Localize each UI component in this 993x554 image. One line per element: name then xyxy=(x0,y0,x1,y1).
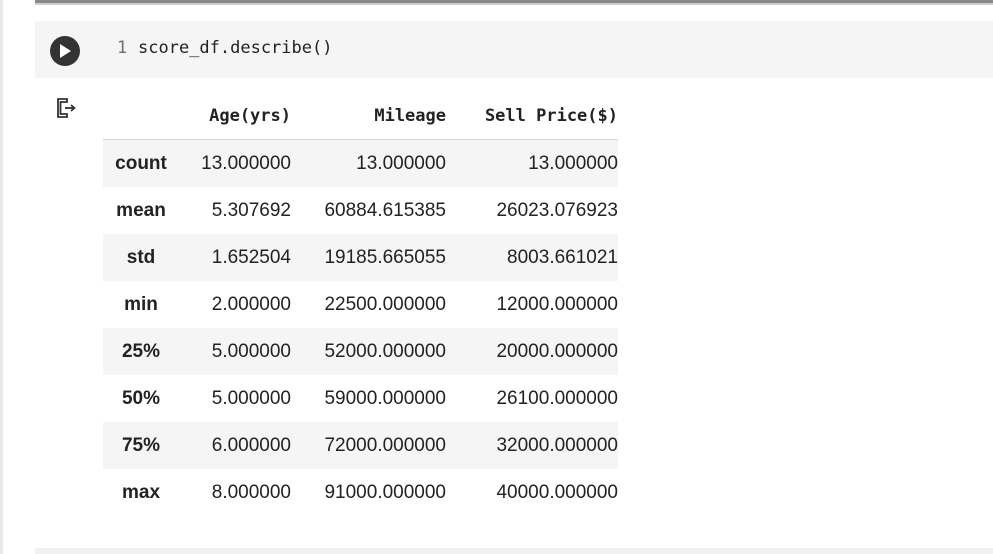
run-cell-button[interactable] xyxy=(50,36,80,66)
play-icon xyxy=(60,44,71,58)
column-header: Mileage xyxy=(291,92,446,140)
output-redirect-icon[interactable] xyxy=(55,96,79,120)
table-cell: 13.000000 xyxy=(528,152,618,174)
table-cell: 72000.000000 xyxy=(324,434,446,456)
describe-output-table: Age(yrs) Mileage Sell Price($) count 13.… xyxy=(103,92,618,516)
table-cell: 6.000000 xyxy=(211,434,291,456)
previous-cell-shadow xyxy=(35,3,993,5)
table-row: count 13.000000 13.000000 13.000000 xyxy=(103,139,618,187)
table-cell: 20000.000000 xyxy=(496,340,618,362)
column-header: Age(yrs) xyxy=(179,92,291,140)
table-cell: 13.000000 xyxy=(356,152,446,174)
table-row: min 2.000000 22500.000000 12000.000000 xyxy=(103,281,618,328)
table-cell: 8003.661021 xyxy=(507,246,618,268)
table-cell: 5.307692 xyxy=(211,199,291,221)
row-label: mean xyxy=(116,199,166,221)
table-cell: 2.000000 xyxy=(211,293,291,315)
row-label: 50% xyxy=(121,387,161,409)
code-editor-line[interactable]: score_df.describe() xyxy=(138,38,332,58)
table-row: 50% 5.000000 59000.000000 26100.000000 xyxy=(103,375,618,422)
line-number: 1 xyxy=(117,38,128,58)
table-cell: 19185.665055 xyxy=(324,246,446,268)
table-cell: 52000.000000 xyxy=(324,340,446,362)
notebook-left-border xyxy=(0,0,3,554)
table-cell: 13.000000 xyxy=(201,152,291,174)
index-header xyxy=(103,92,179,140)
table-cell: 5.000000 xyxy=(211,387,291,409)
row-label: count xyxy=(115,152,167,174)
table-cell: 40000.000000 xyxy=(496,481,618,503)
table-cell: 26023.076923 xyxy=(496,199,618,221)
table-cell: 32000.000000 xyxy=(496,434,618,456)
table-row: max 8.000000 91000.000000 40000.000000 xyxy=(103,469,618,516)
table-row: 25% 5.000000 52000.000000 20000.000000 xyxy=(103,328,618,375)
table-row: std 1.652504 19185.665055 8003.661021 xyxy=(103,234,618,281)
table-cell: 8.000000 xyxy=(211,481,291,503)
row-label: std xyxy=(126,246,156,268)
table-cell: 1.652504 xyxy=(211,246,291,268)
row-label: min xyxy=(124,293,158,315)
row-label: 25% xyxy=(121,340,161,362)
row-label: 75% xyxy=(121,434,161,456)
table-cell: 12000.000000 xyxy=(496,293,618,315)
table-cell: 26100.000000 xyxy=(496,387,618,409)
table-cell: 22500.000000 xyxy=(324,293,446,315)
table-cell: 60884.615385 xyxy=(324,199,446,221)
row-label: max xyxy=(121,481,161,503)
column-header: Sell Price($) xyxy=(446,92,618,140)
next-cell-edge xyxy=(35,548,993,554)
table-cell: 91000.000000 xyxy=(324,481,446,503)
table-header-row: Age(yrs) Mileage Sell Price($) xyxy=(103,92,618,140)
table-cell: 5.000000 xyxy=(211,340,291,362)
table-row: mean 5.307692 60884.615385 26023.076923 xyxy=(103,187,618,234)
table-cell: 59000.000000 xyxy=(324,387,446,409)
table-row: 75% 6.000000 72000.000000 32000.000000 xyxy=(103,422,618,469)
